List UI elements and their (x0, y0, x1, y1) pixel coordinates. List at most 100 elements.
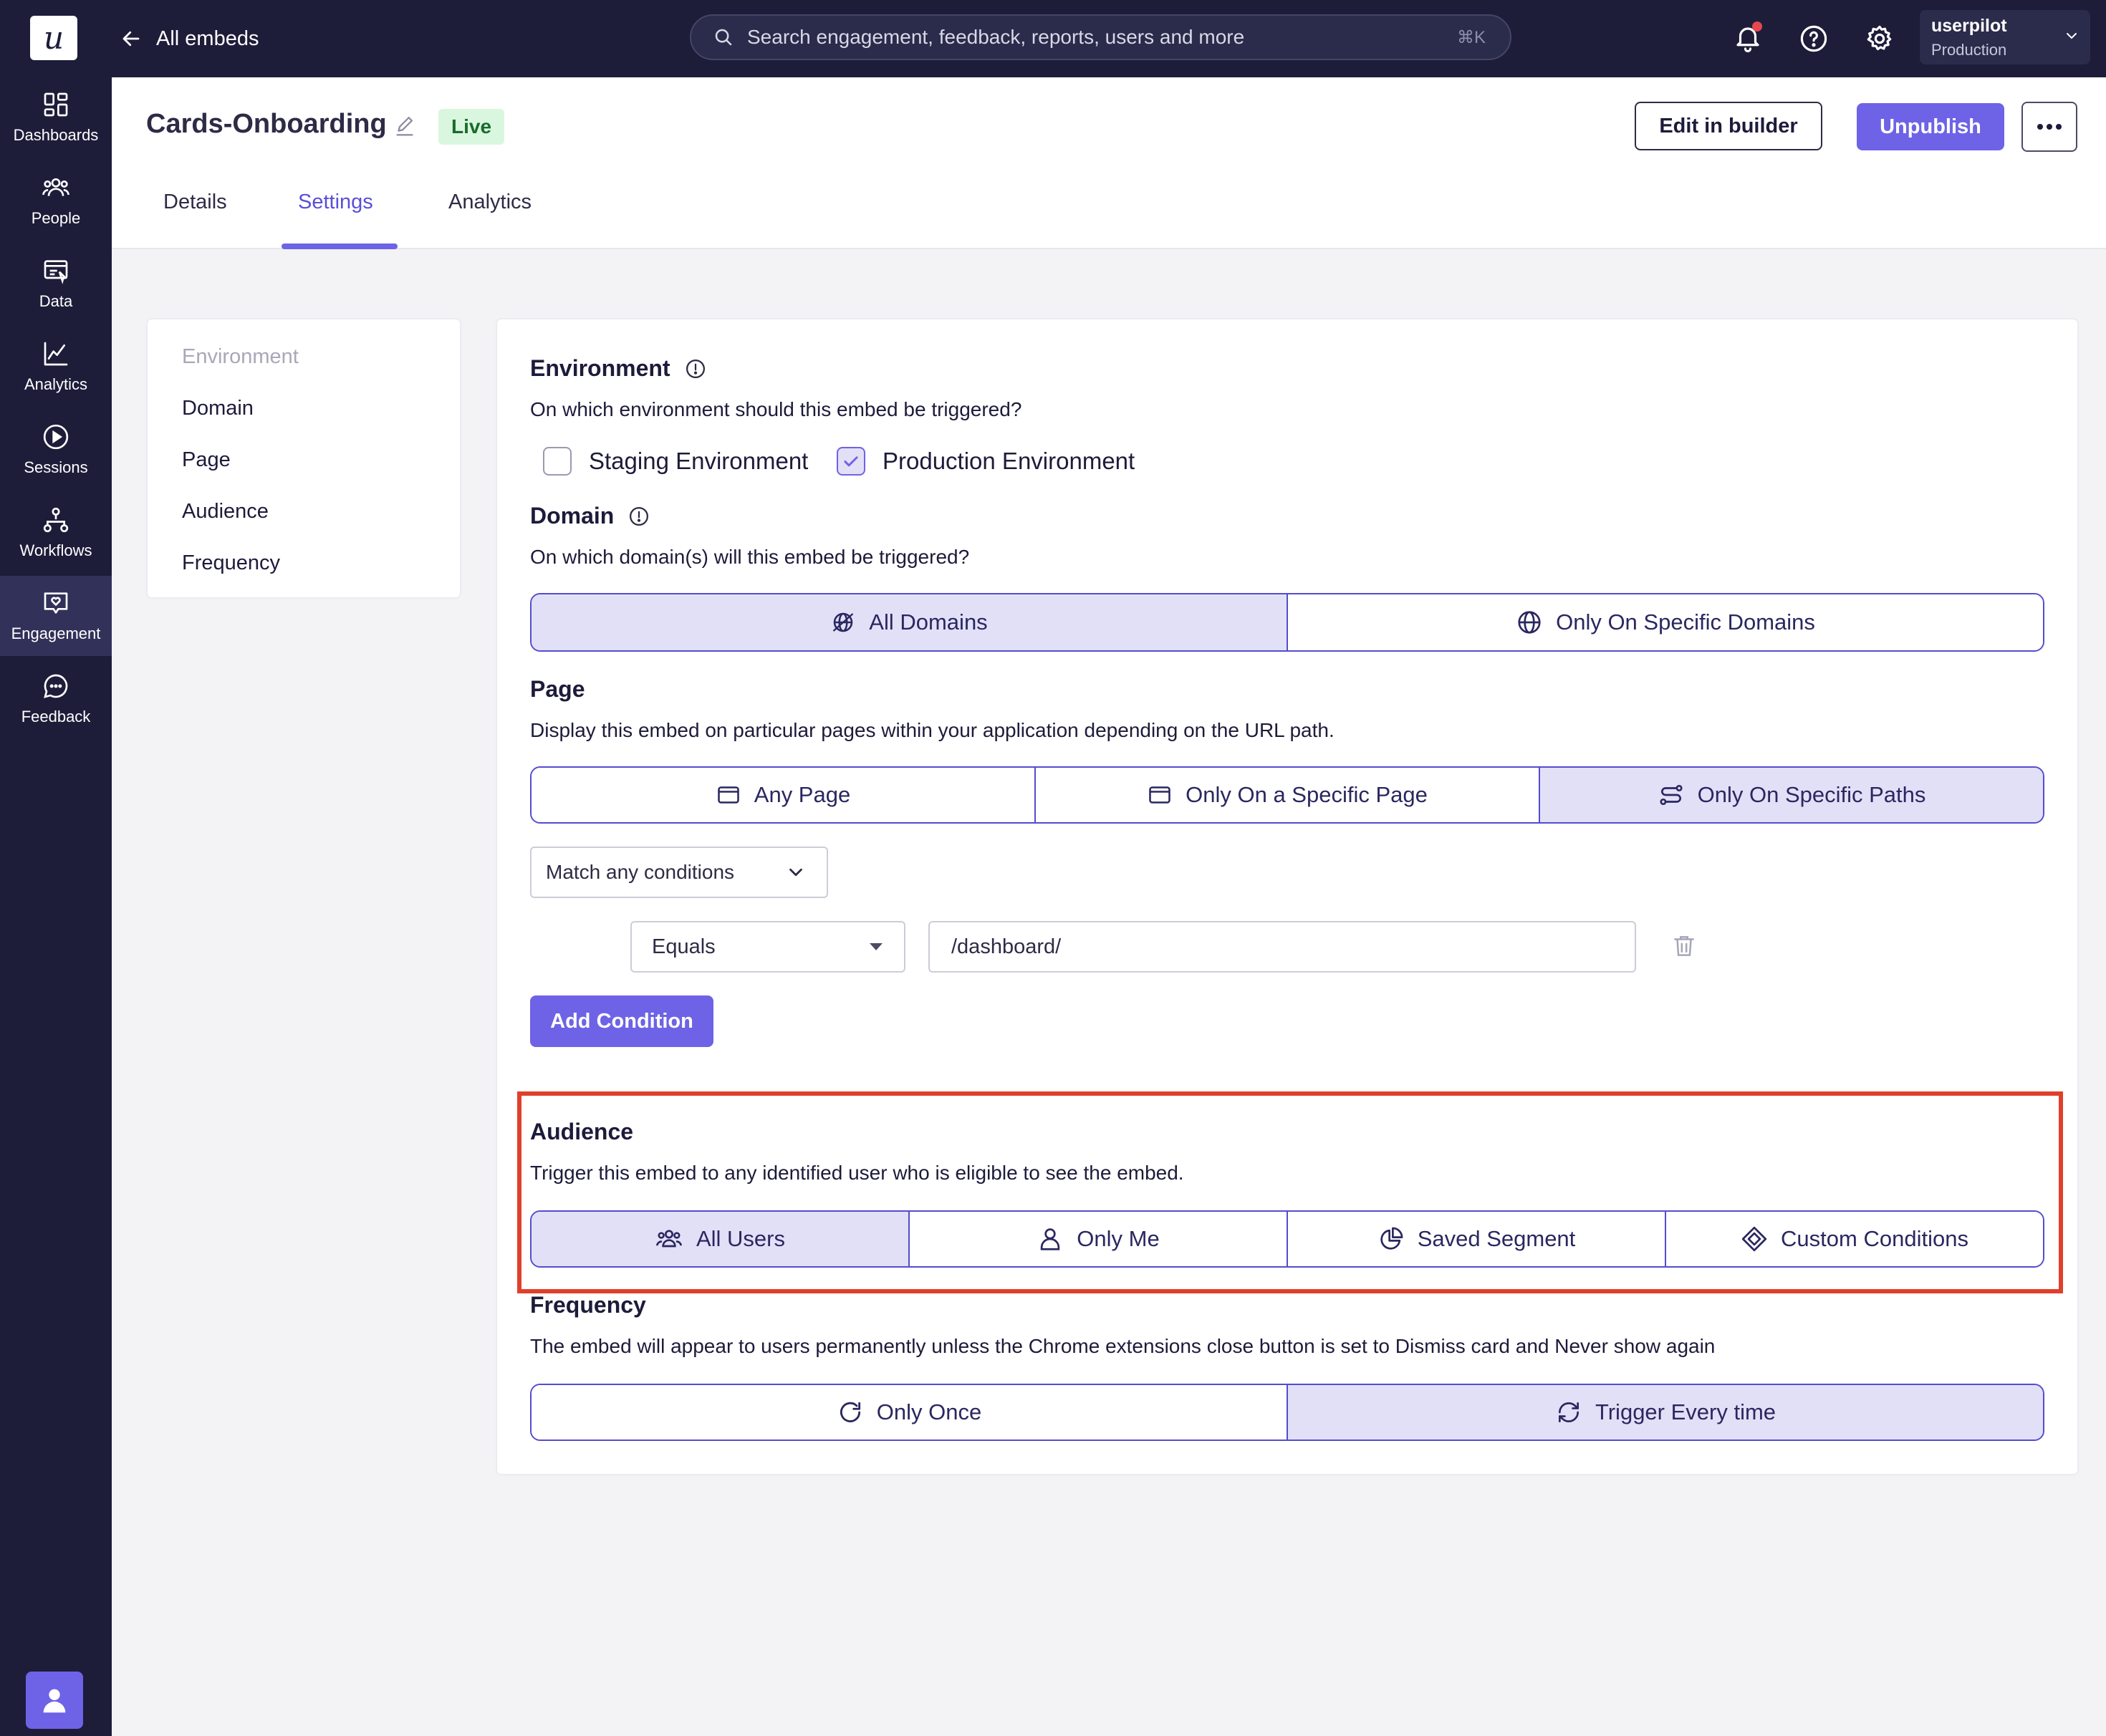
unpublish-button[interactable]: Unpublish (1857, 103, 2004, 150)
chevron-down-icon (785, 862, 807, 883)
menu-item-domain[interactable]: Domain (182, 397, 254, 420)
sidebar-item-label: Workflows (19, 541, 92, 559)
help-icon (1799, 24, 1829, 54)
all-domains-option[interactable]: All Domains (532, 594, 1288, 650)
sidebar-item-label: People (31, 209, 81, 227)
sidebar-item-sessions[interactable]: Sessions (0, 410, 112, 490)
option-label: Only Once (876, 1399, 982, 1424)
dashboard-icon (42, 90, 70, 119)
edit-title-button[interactable] (393, 115, 417, 139)
app-logo[interactable]: u (30, 16, 77, 60)
specific-page-option[interactable]: Only On a Specific Page (1036, 768, 1540, 822)
production-environment-checkbox[interactable]: Production Environment (837, 447, 1135, 476)
sidebar-item-label: Dashboards (13, 126, 99, 144)
only-once-option[interactable]: Only Once (532, 1385, 1288, 1440)
sidebar-item-people[interactable]: People (0, 160, 112, 241)
sync-icon (1555, 1399, 1582, 1426)
arrow-left-icon (120, 28, 142, 49)
back-label: All embeds (156, 26, 259, 50)
sidebar-item-workflows[interactable]: Workflows (0, 493, 112, 573)
tab-details[interactable]: Details (163, 191, 227, 214)
operator-select[interactable]: Equals (630, 921, 905, 973)
any-page-option[interactable]: Any Page (532, 768, 1036, 822)
specific-domains-option[interactable]: Only On Specific Domains (1288, 594, 2043, 650)
search-icon (713, 26, 734, 48)
chat-icon (42, 672, 70, 700)
frequency-selector: Only Once Trigger Every time (530, 1384, 2044, 1441)
edit-in-builder-button[interactable]: Edit in builder (1635, 102, 1822, 150)
menu-item-audience[interactable]: Audience (182, 500, 269, 524)
play-icon (42, 423, 70, 451)
status-badge: Live (438, 109, 505, 145)
check-icon (837, 447, 865, 476)
workflow-icon (42, 506, 70, 534)
sidebar-item-dashboards[interactable]: Dashboards (0, 77, 112, 158)
caret-down-icon (868, 942, 884, 952)
account-environment: Production (1931, 41, 2007, 59)
gear-icon (1865, 24, 1895, 54)
engagement-icon (42, 589, 70, 617)
tab-settings[interactable]: Settings (298, 191, 373, 214)
pencil-icon (393, 115, 417, 139)
sidebar-item-engagement[interactable]: Engagement (0, 576, 112, 656)
sidebar-item-data[interactable]: Data (0, 243, 112, 324)
path-icon (1658, 781, 1685, 809)
audience-highlight-box (517, 1091, 2063, 1293)
settings-section-menu: Environment Domain Page Audience Frequen… (146, 318, 461, 599)
sidebar-item-label: Engagement (11, 625, 101, 642)
sidebar-item-label: Feedback (21, 708, 91, 725)
sidebar-item-feedback[interactable]: Feedback (0, 659, 112, 739)
domain-description: On which domain(s) will this embed be tr… (530, 546, 970, 568)
frequency-title: Frequency (530, 1292, 646, 1318)
frequency-heading: Frequency (530, 1292, 646, 1318)
sidebar-item-label: Data (39, 292, 73, 310)
environment-description: On which environment should this embed b… (530, 398, 1022, 420)
tab-analytics[interactable]: Analytics (448, 191, 532, 214)
people-icon (42, 173, 70, 202)
specific-paths-option[interactable]: Only On Specific Paths (1540, 768, 2043, 822)
option-label: Only On Specific Domains (1556, 609, 1815, 635)
sidebar-item-label: Analytics (24, 375, 88, 393)
more-options-button[interactable] (2021, 102, 2077, 152)
back-to-embeds-link[interactable]: All embeds (120, 21, 259, 56)
domain-title: Domain (530, 503, 615, 529)
account-switcher[interactable]: userpilot Production (1920, 10, 2090, 64)
user-profile-button[interactable] (26, 1672, 83, 1729)
globe-icon (1516, 609, 1543, 636)
user-icon (38, 1684, 71, 1717)
menu-item-page[interactable]: Page (182, 448, 231, 472)
browser-window-icon (1147, 782, 1173, 808)
account-name: userpilot (1931, 16, 2007, 36)
info-icon[interactable] (628, 506, 650, 527)
option-label: Only On Specific Paths (1697, 782, 1926, 807)
all-domains-icon (830, 609, 856, 635)
trigger-every-time-option[interactable]: Trigger Every time (1288, 1385, 2043, 1440)
option-label: Any Page (754, 782, 851, 807)
trash-icon (1670, 932, 1698, 960)
select-value: Equals (652, 935, 716, 958)
checkbox-label: Production Environment (883, 448, 1135, 474)
global-search-input[interactable]: Search engagement, feedback, reports, us… (690, 14, 1511, 60)
menu-item-environment[interactable]: Environment (182, 345, 299, 369)
add-condition-button[interactable]: Add Condition (530, 995, 713, 1047)
delete-condition-button[interactable] (1670, 932, 1698, 960)
menu-item-frequency[interactable]: Frequency (182, 551, 280, 575)
browser-window-icon (716, 782, 741, 808)
help-button[interactable] (1792, 17, 1835, 60)
staging-environment-checkbox[interactable]: Staging Environment (543, 447, 808, 476)
option-label: Only On a Specific Page (1186, 782, 1428, 807)
path-value-input[interactable]: /dashboard/ (928, 921, 1636, 973)
page-title: Cards-Onboarding (146, 109, 387, 139)
settings-button[interactable] (1858, 17, 1901, 60)
more-horizontal-icon (2037, 123, 2062, 130)
environment-title: Environment (530, 355, 670, 381)
info-icon[interactable] (685, 358, 706, 380)
frequency-description: The embed will appear to users permanent… (530, 1335, 1716, 1357)
checkbox-unchecked (543, 447, 572, 476)
data-icon (42, 256, 70, 285)
analytics-icon (42, 339, 70, 368)
notifications-button[interactable] (1726, 17, 1769, 60)
match-conditions-select[interactable]: Match any conditions (530, 847, 828, 898)
domain-heading: Domain (530, 503, 650, 529)
sidebar-item-analytics[interactable]: Analytics (0, 327, 112, 407)
